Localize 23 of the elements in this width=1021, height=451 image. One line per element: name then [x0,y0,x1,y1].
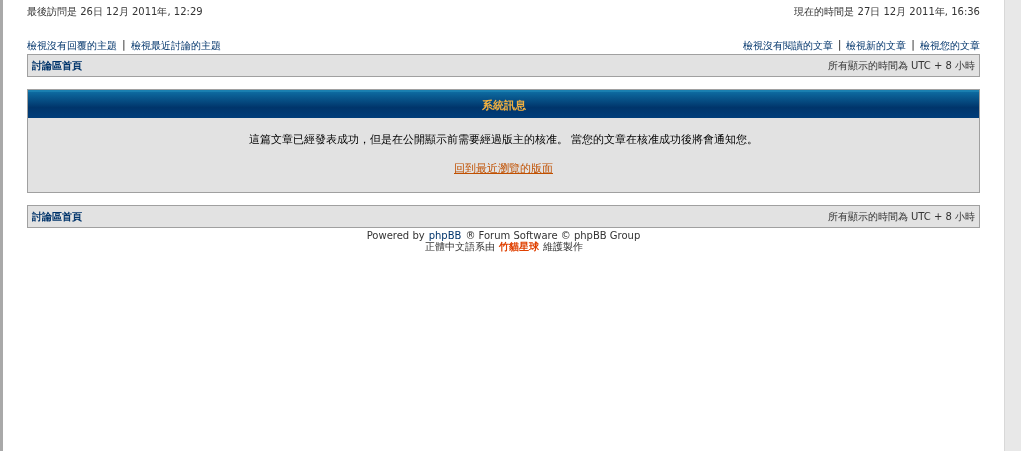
current-time-text: 現在的時間是 27日 12月 2011年, 16:36 [794,5,980,19]
last-visit-text: 最後訪問是 26日 12月 2011年, 12:29 [27,5,203,19]
footer-text: 正體中文語系由 [424,241,495,252]
footer-link[interactable]: 竹貓星球 [498,241,539,252]
return-link[interactable]: 回到最近瀏覽的版面 [454,161,553,176]
footer-text: Powered by [366,230,425,241]
panel-title: 系統訊息 [481,97,526,113]
forum-index-link[interactable]: 討論區首頁 [32,209,82,224]
search-link[interactable]: 檢視最近討論的主題 [130,39,221,53]
footer-text: ® Forum Software © phpBB Group [465,230,641,241]
link-separator: | [836,39,843,53]
footer-link[interactable]: phpBB [428,230,462,241]
search-link[interactable]: 檢視新的文章 [846,39,907,53]
timezone-text: 所有顯示的時間為 UTC + 8 小時 [827,209,975,224]
search-link[interactable]: 檢視沒有閱讀的文章 [742,39,833,53]
link-separator: | [910,39,916,53]
message-text: 這篇文章已經發表成功，但是在公開顯示前需要經過版主的核准。 當您的文章在核准成功後將會通知您。 [248,132,759,147]
timezone-text: 所有顯示的時間為 UTC + 8 小時 [827,58,975,73]
forum-index-link[interactable]: 討論區首頁 [32,58,82,73]
footer-text: 維護製作 [542,241,583,252]
search-link[interactable]: 檢視您的文章 [920,39,980,53]
link-separator: | [121,39,127,53]
search-link[interactable]: 檢視沒有回覆的主題 [27,39,117,53]
